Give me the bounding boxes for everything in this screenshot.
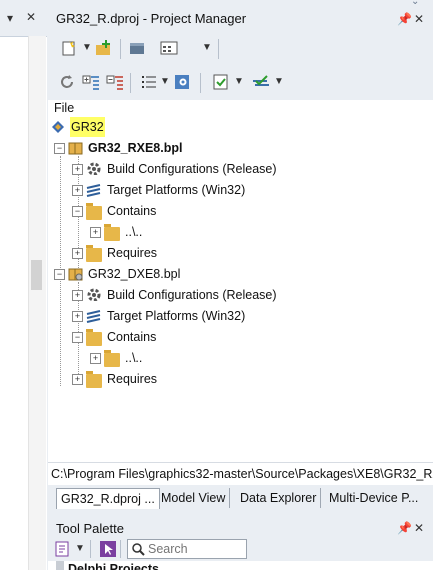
close-icon[interactable]: ✕ [414, 12, 424, 26]
tree-item-label: Requires [107, 372, 158, 386]
tree-item-label: Contains [107, 330, 157, 344]
tab-data-explorer[interactable]: Data Explorer [236, 488, 322, 508]
platforms-icon [86, 184, 101, 197]
search-box[interactable] [127, 539, 247, 559]
expand-toggle-icon[interactable]: + [72, 290, 83, 301]
refresh-icon[interactable] [58, 73, 76, 91]
collapse-toggle-icon[interactable]: − [54, 269, 65, 280]
palette-category-label: Delphi Projects [68, 562, 159, 570]
folder-icon [104, 224, 120, 241]
tree-item-label: Target Platforms (Win32) [107, 183, 246, 197]
expand-toggle-icon[interactable]: + [72, 185, 83, 196]
expand-toggle-icon[interactable]: + [90, 227, 101, 238]
view-icon[interactable] [160, 39, 178, 57]
check-document-icon[interactable] [212, 73, 230, 91]
collapse-toggle-icon[interactable]: − [54, 143, 65, 154]
expand-all-icon[interactable] [82, 73, 100, 91]
tool-palette-panel: Tool Palette 📌 ✕ ▼ Delphi Projects [48, 515, 433, 570]
tree-item-label: Build Configurations (Release) [107, 288, 277, 302]
tree-item-label: Contains [107, 204, 157, 218]
tree-item-label: Requires [107, 246, 158, 260]
toolbar-row-2: ▼ ▼ ▼ [58, 70, 433, 96]
list-icon[interactable] [140, 73, 158, 91]
project-group-label: GR32 [70, 117, 105, 137]
folder-icon [86, 371, 102, 388]
package-label: GR32_DXE8.bpl [88, 267, 181, 281]
tree-item-label: ..\.. [125, 225, 143, 239]
chevron-down-icon[interactable]: ▼ [75, 543, 85, 554]
panel-tabs: GR32_R.dproj ... Model View Data Explore… [48, 485, 433, 511]
package-icon [68, 142, 83, 155]
chevron-down-icon[interactable]: ▼ [82, 42, 92, 53]
collapse-toggle-icon[interactable]: − [72, 332, 83, 343]
pin-icon[interactable]: 📌 [397, 12, 412, 26]
tree-item-label: Build Configurations (Release) [107, 162, 277, 176]
cursor-icon[interactable] [100, 541, 116, 557]
gear-icon [87, 288, 101, 301]
folder-icon [86, 203, 102, 220]
add-item-icon[interactable] [94, 39, 112, 57]
pin-icon[interactable]: 📌 [397, 521, 412, 535]
expand-toggle-icon[interactable]: + [72, 248, 83, 259]
project-manager-panel: ⌄ GR32_R.dproj - Project Manager 📌 ✕ ▼ ▼ [48, 0, 433, 515]
chevron-down-icon[interactable]: ▼ [234, 76, 244, 87]
search-input[interactable] [148, 540, 242, 557]
folder-icon[interactable] [128, 39, 146, 57]
close-icon[interactable]: ✕ [414, 521, 424, 535]
tab-model-view[interactable]: Model View [157, 488, 231, 508]
expand-toggle-icon[interactable]: + [72, 311, 83, 322]
dropdown-icon[interactable]: ▾ [7, 11, 13, 25]
package-label: GR32_RXE8.bpl [88, 141, 183, 155]
tree-item-label: Target Platforms (Win32) [107, 309, 246, 323]
scrollbar-thumb[interactable] [31, 260, 42, 290]
panel-title: Tool Palette [56, 521, 124, 536]
collapse-toggle-icon[interactable]: − [72, 206, 83, 217]
left-strip-header: ▾ ✕ [0, 0, 47, 37]
build-icon[interactable] [174, 73, 192, 91]
expand-toggle-icon[interactable]: + [90, 353, 101, 364]
folder-icon [86, 329, 102, 346]
package-icon [68, 268, 83, 281]
project-group-icon [52, 121, 64, 133]
folder-icon [104, 350, 120, 367]
path-status-bar: C:\Program Files\graphics32-master\Sourc… [48, 462, 433, 485]
tab-project-manager[interactable]: GR32_R.dproj ... [56, 488, 160, 509]
platforms-icon [86, 310, 101, 323]
vertical-scrollbar[interactable] [28, 36, 46, 570]
collapse-all-icon[interactable] [106, 73, 124, 91]
expand-toggle-icon[interactable]: + [72, 164, 83, 175]
folder-icon [86, 245, 102, 262]
chevron-down-icon[interactable]: ▼ [160, 76, 170, 87]
expand-toggle-icon[interactable] [56, 561, 64, 570]
search-icon [132, 543, 145, 556]
chevron-down-icon[interactable]: ⌄ [411, 0, 419, 7]
tree-item-label: ..\.. [125, 351, 143, 365]
palette-category-list: Delphi Projects [48, 561, 433, 570]
categories-icon[interactable] [54, 541, 72, 557]
toolbar-row-1: ▼ ▼ [58, 36, 433, 62]
expand-toggle-icon[interactable]: + [72, 374, 83, 385]
gear-icon [87, 162, 101, 175]
new-item-icon[interactable] [60, 39, 78, 57]
check-stack-icon[interactable] [252, 73, 270, 91]
close-icon[interactable]: ✕ [26, 10, 36, 24]
tree-header: File [54, 101, 75, 115]
project-tree: File GR32 − GR32_RXE8.bpl + Build Config… [48, 100, 433, 462]
chevron-down-icon[interactable]: ▼ [202, 42, 212, 53]
chevron-down-icon[interactable]: ▼ [274, 76, 284, 87]
tab-multi-device-preview[interactable]: Multi-Device P... [325, 488, 422, 508]
panel-title: GR32_R.dproj - Project Manager [56, 11, 247, 26]
